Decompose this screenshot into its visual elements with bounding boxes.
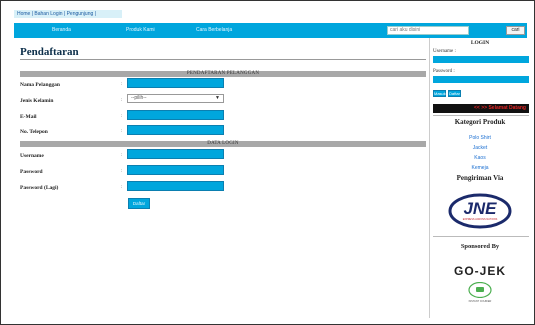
colon: : <box>121 98 123 103</box>
welcome-marquee: << >> Selamat Datang <box>433 104 529 113</box>
label-username: Username <box>20 153 44 159</box>
jne-logo: JNE EXPRESS ACROSS NATIONS <box>448 193 512 229</box>
colon: : <box>121 185 123 190</box>
password-confirm-field[interactable] <box>127 181 224 191</box>
gojek-tagline: INSTANT COURIER <box>468 300 492 303</box>
register-submit-button[interactable]: Daftar <box>128 198 150 209</box>
search-button[interactable]: cari <box>506 26 525 35</box>
login-title: LOGIN <box>470 40 490 46</box>
colon: : <box>121 114 123 119</box>
sidebar-username-label: Username : <box>433 49 456 54</box>
divider <box>433 115 529 116</box>
phone-field[interactable] <box>127 125 224 135</box>
chevron-down-icon: ▼ <box>215 95 220 101</box>
nav-products[interactable]: Produk Kami <box>126 27 155 33</box>
sidebar-password-label: Password : <box>433 69 455 74</box>
divider <box>433 236 529 237</box>
label-password2: Password (Lagi) <box>20 185 59 191</box>
category-link-polo[interactable]: Polo Shirt <box>430 135 530 141</box>
gojek-courier-icon <box>468 281 492 299</box>
category-link-kemeja[interactable]: Kemeja <box>430 165 530 171</box>
label-password: Password <box>20 169 43 175</box>
page-title: Pendaftaran <box>20 46 79 58</box>
colon: : <box>121 129 123 134</box>
sidebar: LOGIN Username : Password : Masuk Daftar… <box>429 38 529 318</box>
jne-logo-text: JNE <box>463 199 497 218</box>
jne-tagline: EXPRESS ACROSS NATIONS <box>462 218 498 221</box>
gojek-logo: GO-JEK <box>453 264 506 278</box>
label-telp: No. Telepon <box>20 129 48 135</box>
colon: : <box>121 169 123 174</box>
sidebar-register-button[interactable]: Daftar <box>448 90 461 97</box>
login-button[interactable]: Masuk <box>433 90 446 97</box>
breadcrumb: Home | Bahan Login | Pengunjung | <box>14 10 122 18</box>
label-nama: Nama Pelanggan <box>20 82 60 88</box>
category-link-kaos[interactable]: Kaos <box>430 155 530 161</box>
password-field[interactable] <box>127 165 224 175</box>
email-field[interactable] <box>127 110 224 120</box>
sponsor-title: Sponsored By <box>460 243 500 250</box>
category-title: Kategori Produk <box>454 118 506 126</box>
shipping-title: Pengiriman Via <box>456 174 504 182</box>
search-input[interactable]: cari aku disini <box>387 26 469 35</box>
colon: : <box>121 153 123 158</box>
gender-select-value: --pilih-- <box>131 95 147 101</box>
nama-field[interactable] <box>127 78 224 88</box>
category-link-jacket[interactable]: Jacket <box>430 145 530 151</box>
username-field[interactable] <box>127 149 224 159</box>
sidebar-username-input[interactable] <box>433 56 529 63</box>
section-header-customer: PENDAFTARAN PELANGGAN <box>20 71 426 77</box>
gender-select[interactable]: --pilih-- ▼ <box>127 94 224 103</box>
sidebar-password-input[interactable] <box>433 76 529 83</box>
nav-home[interactable]: Beranda <box>52 27 71 33</box>
label-jk: Jenis Kelamin <box>20 98 54 104</box>
title-divider <box>20 59 426 60</box>
colon: : <box>121 82 123 87</box>
nav-how-to-shop[interactable]: Cara Berbelanja <box>196 27 232 33</box>
section-header-login: DATA LOGIN <box>20 141 426 147</box>
label-email: E-Mail <box>20 114 37 120</box>
